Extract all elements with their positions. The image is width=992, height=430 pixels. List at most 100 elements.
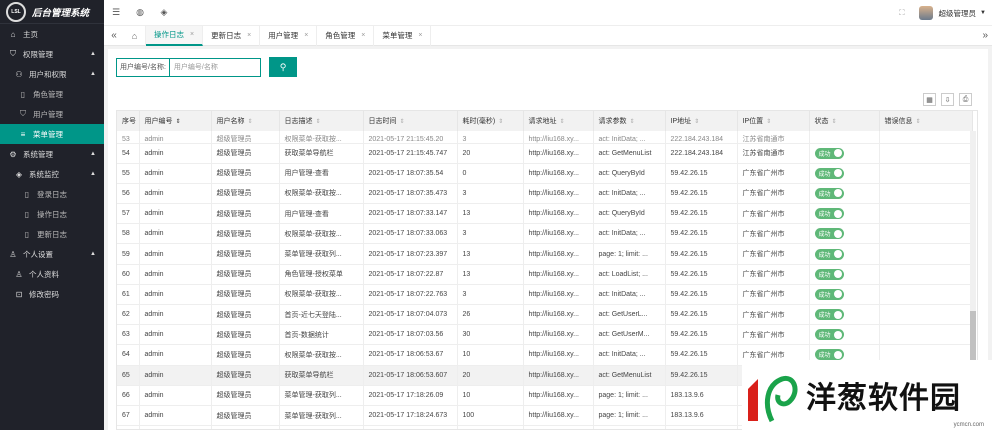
globe-icon[interactable]: ◍ [128,7,152,18]
table-cell: 权限菜单-获取按... [279,223,364,245]
sidebar-item-3[interactable]: ▯ 角色管理 [0,84,104,104]
sort-icon[interactable]: ⇕ [560,119,565,125]
table-row[interactable]: 58 admin 超级管理员 权限菜单-获取按... 2021-05-17 18:07:… [117,223,973,245]
table-cell: 2021-05-17 18:07:33.147 [363,203,458,225]
brand[interactable]: LSL 后台管理系统 [0,0,104,24]
tab-1[interactable]: 更新日志 × [203,25,261,46]
tab-prev-icon[interactable]: « [104,30,124,41]
column-header[interactable]: 请求地址 ⇕ [523,111,594,131]
status-toggle[interactable]: 成功 [814,187,844,199]
sort-icon[interactable]: ⇕ [832,119,837,125]
sidebar-item-0[interactable]: ⌂ 主页 [0,24,104,44]
table-cell: 13 [457,243,524,265]
chevron-down-icon[interactable]: ▼ [980,10,986,16]
scroll-thumb[interactable] [970,311,976,361]
sidebar-item-6[interactable]: ⚙ 系统管理 ▲ [0,144,104,164]
sort-icon[interactable]: ⇕ [694,119,699,125]
table-row[interactable]: 59 admin 超级管理员 菜单管理-获取列... 2021-05-17 18:07:… [117,243,973,265]
table-row[interactable]: 62 admin 超级管理员 首页-近七天登陆... 2021-05-17 18:07:… [117,304,973,326]
close-icon[interactable]: × [247,32,251,39]
search-field[interactable]: 用户编号/名称: 用户编号/名称 [116,57,261,77]
table-row[interactable]: 53 admin 超级管理员 权限菜单-获取按... 2021-05-17 21:15:… [117,131,973,144]
avatar[interactable] [918,6,933,20]
sort-icon[interactable]: ⇕ [766,119,771,125]
table-cell: http://liu168.xy... [523,163,594,184]
sidebar-item-9[interactable]: ▯ 操作日志 [0,204,104,224]
status-toggle[interactable]: 成功 [814,228,844,240]
sidebar-item-10[interactable]: ▯ 更新日志 [0,224,104,244]
column-header[interactable]: 耗时(毫秒) ⇕ [457,111,524,131]
table-row[interactable]: 61 admin 超级管理员 权限菜单-获取按... 2021-05-17 18:07:… [117,284,973,306]
sort-icon[interactable]: ⇕ [316,119,321,125]
table-row[interactable]: 54 admin 超级管理员 获取菜单导航栏 2021-05-17 21:15:45.7… [117,143,973,164]
table-cell: 菜单管理-获取列... [279,243,364,265]
sort-icon[interactable]: ⇕ [176,119,181,125]
table-row[interactable]: 60 admin 超级管理员 角色管理-授权菜单 2021-05-17 18:07:22… [117,264,973,285]
sidebar-item-11[interactable]: ♙ 个人设置 ▲ [0,244,104,264]
status-toggle[interactable]: 成功 [814,147,844,159]
status-toggle[interactable]: 成功 [814,329,844,341]
sidebar-item-1[interactable]: ⛉ 权限管理 ▲ [0,44,104,64]
export-icon[interactable]: ⇩ [941,93,954,106]
menu-toggle-icon[interactable]: ☰ [104,7,128,18]
close-icon[interactable]: × [361,32,365,39]
sidebar-item-5[interactable]: ≡ 菜单管理 [0,124,104,144]
print-icon[interactable]: ⎙ [959,93,972,106]
column-header[interactable]: IP位置 ⇕ [737,111,810,131]
close-icon[interactable]: × [190,31,194,38]
table-row[interactable]: 56 admin 超级管理员 权限菜单-获取按... 2021-05-17 18:07:… [117,183,973,205]
chevron-up-icon: ▲ [90,151,96,157]
column-header[interactable]: 错误信息 ⇕ [879,111,973,131]
sidebar-item-4[interactable]: ⛉ 用户管理 [0,104,104,124]
sidebar-item-2[interactable]: ⚇ 用户和权限 ▲ [0,64,104,84]
table-cell: 超级管理员 [211,143,280,164]
column-header[interactable]: 日志描述 ⇕ [279,111,364,131]
username[interactable]: 超级管理员 [939,8,977,19]
column-header[interactable]: 状态 ⇕ [809,111,880,131]
sort-icon[interactable]: ⇕ [916,119,921,125]
table-cell: act: LoadList; ... [593,264,666,285]
table-cell: 广东省广州市 [737,324,810,346]
sort-icon[interactable]: ⇕ [248,119,253,125]
close-icon[interactable]: × [304,32,308,39]
status-toggle[interactable]: 成功 [814,248,844,260]
column-label: IP地址 [670,118,692,125]
tab-4[interactable]: 菜单管理 × [374,25,432,46]
column-header[interactable]: 用户编号 ⇕ [139,111,212,131]
table-cell: 用户管理-查看 [279,163,364,184]
sidebar-item-7[interactable]: ◈ 系统监控 ▲ [0,164,104,184]
columns-icon[interactable]: ▦ [923,93,936,106]
sidebar-item-8[interactable]: ▯ 登录日志 [0,184,104,204]
search-button[interactable]: ⚲ [269,57,297,77]
sidebar-item-12[interactable]: ♙ 个人资料 [0,264,104,284]
status-toggle[interactable]: 成功 [814,208,844,220]
sidebar-item-13[interactable]: ⊡ 修改密码 [0,284,104,304]
table-row[interactable]: 63 admin 超级管理员 首页-数据统计 2021-05-17 18:07:03.5… [117,324,973,346]
close-icon[interactable]: × [418,32,422,39]
status-toggle[interactable]: 成功 [814,349,844,361]
search-input[interactable]: 用户编号/名称 [170,62,218,72]
status-toggle[interactable]: 成功 [814,288,844,300]
column-header[interactable]: 用户名称 ⇕ [211,111,280,131]
tab-2[interactable]: 用户管理 × [260,25,318,46]
fullscreen-icon[interactable]: ⛶ [899,8,904,18]
sort-icon[interactable]: ⇕ [630,119,635,125]
status-toggle[interactable]: 成功 [814,309,844,321]
sort-icon[interactable]: ⇕ [400,119,405,125]
tab-3[interactable]: 角色管理 × [317,25,375,46]
column-header[interactable]: IP地址 ⇕ [665,111,738,131]
sort-icon[interactable]: ⇕ [498,119,503,125]
table-cell: http://liu168.xy... [523,324,594,346]
status-toggle[interactable]: 成功 [814,167,844,179]
column-header[interactable]: 序号 [117,111,140,131]
table-row[interactable]: 57 admin 超级管理员 用户管理-查看 2021-05-17 18:07:33.1… [117,203,973,225]
status-toggle[interactable]: 成功 [814,268,844,280]
tab-next-icon[interactable]: » [982,30,988,41]
home-tab-icon[interactable]: ⌂ [124,25,146,46]
table-row[interactable]: 55 admin 超级管理员 用户管理-查看 2021-05-17 18:07:35.5… [117,163,973,184]
tab-0[interactable]: 操作日志 × [146,25,204,46]
column-header[interactable]: 日志时间 ⇕ [363,111,458,131]
column-header[interactable]: 请求参数 ⇕ [593,111,666,131]
layers-icon[interactable]: ◈ [152,7,176,18]
table-cell [879,223,973,245]
